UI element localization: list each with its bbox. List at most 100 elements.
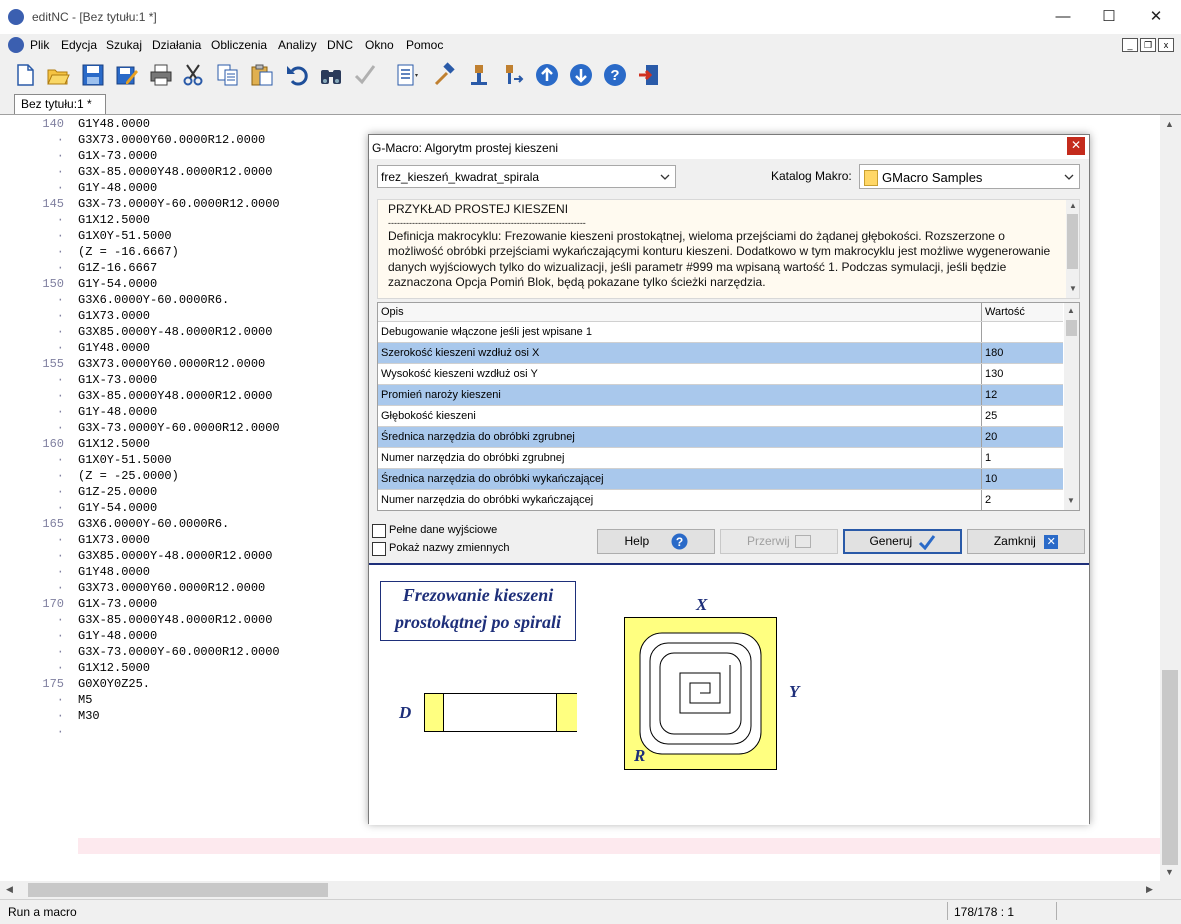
code-line[interactable]: G1X12.5000 <box>78 213 150 227</box>
help-circle-icon[interactable]: ? <box>602 62 628 88</box>
param-row[interactable]: Wysokość kieszeni wzdłuż osi Y 130 <box>378 364 1063 385</box>
print-icon[interactable] <box>148 62 174 88</box>
param-value-cell[interactable] <box>982 322 1063 342</box>
param-row[interactable]: Głębokość kieszeni 25 <box>378 406 1063 427</box>
minimize-button[interactable]: — <box>1040 0 1086 34</box>
code-line[interactable]: G3X73.0000Y60.0000R12.0000 <box>78 357 265 371</box>
column-header-opis[interactable]: Opis <box>378 303 982 321</box>
download-circle-icon[interactable] <box>568 62 594 88</box>
param-row[interactable]: Szerokość kieszeni wzdłuż osi X 180 <box>378 343 1063 364</box>
param-value-cell[interactable]: 180 <box>982 343 1063 363</box>
scroll-thumb[interactable] <box>1067 214 1078 269</box>
catalog-select[interactable]: GMacro Samples <box>859 164 1080 189</box>
code-line[interactable]: G3X85.0000Y-48.0000R12.0000 <box>78 549 272 563</box>
menu-dzialania[interactable]: Działania <box>152 38 201 52</box>
paste-icon[interactable] <box>249 62 275 88</box>
grid-scrollbar[interactable]: ▲ ▼ <box>1064 303 1079 510</box>
code-line[interactable]: G3X-85.0000Y48.0000R12.0000 <box>78 389 272 403</box>
menu-plik[interactable]: Plik <box>30 38 49 52</box>
generate-button[interactable]: Generuj <box>843 529 962 554</box>
param-row[interactable]: Numer narzędzia do obróbki zgrubnej 1 <box>378 448 1063 469</box>
param-value-cell[interactable]: 10 <box>982 469 1063 489</box>
code-line[interactable]: M5 <box>78 693 92 707</box>
menu-obliczenia[interactable]: Obliczenia <box>211 38 267 52</box>
help-button[interactable]: Help ? <box>597 529 715 554</box>
scroll-down-icon[interactable]: ▼ <box>1165 867 1174 877</box>
menu-analizy[interactable]: Analizy <box>278 38 317 52</box>
copy-icon[interactable] <box>215 62 241 88</box>
menu-okno[interactable]: Okno <box>365 38 394 52</box>
check-disabled-icon[interactable] <box>352 62 378 88</box>
tool-arrow-icon[interactable] <box>500 62 526 88</box>
editor-horizontal-scrollbar[interactable]: ◀ ▶ <box>0 881 1160 899</box>
param-value-cell[interactable]: 20 <box>982 427 1063 447</box>
tab-bez-tytulu[interactable]: Bez tytułu:1 * <box>14 94 106 114</box>
scroll-right-icon[interactable]: ▶ <box>1146 884 1153 895</box>
scroll-up-icon[interactable]: ▲ <box>1165 119 1174 129</box>
code-line[interactable]: G1X0Y-51.5000 <box>78 229 172 243</box>
new-file-icon[interactable] <box>12 62 38 88</box>
scroll-up-icon[interactable]: ▲ <box>1067 306 1075 315</box>
code-line[interactable]: G3X-85.0000Y48.0000R12.0000 <box>78 613 272 627</box>
show-variable-names-checkbox[interactable] <box>372 542 386 556</box>
code-line[interactable]: M30 <box>78 709 100 723</box>
code-line[interactable]: G1Y-54.0000 <box>78 277 157 291</box>
code-line[interactable]: G1Y48.0000 <box>78 565 150 579</box>
param-row[interactable]: Średnica narzędzia do obróbki wykańczają… <box>378 469 1063 490</box>
maximize-button[interactable]: ☐ <box>1086 0 1132 34</box>
scroll-thumb[interactable] <box>1162 670 1178 865</box>
code-line[interactable]: G1X12.5000 <box>78 437 150 451</box>
scroll-up-icon[interactable]: ▲ <box>1069 201 1077 210</box>
param-value-cell[interactable]: 130 <box>982 364 1063 384</box>
code-line[interactable]: G1X73.0000 <box>78 533 150 547</box>
column-header-wartosc[interactable]: Wartość <box>982 303 1063 321</box>
code-line[interactable]: G1Y-48.0000 <box>78 405 157 419</box>
code-line[interactable]: G3X73.0000Y60.0000R12.0000 <box>78 133 265 147</box>
menu-edycja[interactable]: Edycja <box>61 38 97 52</box>
drill-tool-icon[interactable] <box>466 62 492 88</box>
editor-vertical-scrollbar[interactable]: ▲ ▼ <box>1160 115 1181 881</box>
mdi-close-button[interactable]: x <box>1158 38 1174 52</box>
param-value-cell[interactable]: 12 <box>982 385 1063 405</box>
param-row[interactable]: Promień naroży kieszeni 12 <box>378 385 1063 406</box>
code-line[interactable]: G1X-73.0000 <box>78 149 157 163</box>
code-line[interactable]: G3X-73.0000Y-60.0000R12.0000 <box>78 421 280 435</box>
scroll-left-icon[interactable]: ◀ <box>6 884 13 895</box>
cut-icon[interactable] <box>180 62 206 88</box>
scroll-thumb[interactable] <box>1066 320 1077 336</box>
param-value-cell[interactable]: 1 <box>982 448 1063 468</box>
hscroll-thumb[interactable] <box>28 883 328 897</box>
code-line[interactable]: G1Z-16.6667 <box>78 261 157 275</box>
code-line[interactable]: G3X73.0000Y60.0000R12.0000 <box>78 581 265 595</box>
code-line[interactable]: G1Y48.0000 <box>78 341 150 355</box>
save-as-icon[interactable] <box>114 62 140 88</box>
param-row[interactable]: Numer narzędzia do obróbki wykańczającej… <box>378 490 1063 510</box>
param-value-cell[interactable]: 2 <box>982 490 1063 510</box>
code-line[interactable]: G1X-73.0000 <box>78 373 157 387</box>
break-button[interactable]: Przerwij <box>720 529 838 554</box>
code-line[interactable]: G3X6.0000Y-60.0000R6. <box>78 517 229 531</box>
code-line[interactable]: G1Y-48.0000 <box>78 181 157 195</box>
list-dropdown-icon[interactable] <box>395 62 421 88</box>
scroll-down-icon[interactable]: ▼ <box>1067 496 1075 505</box>
code-line[interactable]: G1Y-54.0000 <box>78 501 157 515</box>
undo-icon[interactable] <box>284 62 310 88</box>
save-icon[interactable] <box>80 62 106 88</box>
code-line[interactable]: (Z = -16.6667) <box>78 245 179 259</box>
hammer-tool-icon[interactable] <box>432 62 458 88</box>
code-line[interactable]: G1Y48.0000 <box>78 117 150 131</box>
code-line[interactable]: G1X73.0000 <box>78 309 150 323</box>
code-line[interactable]: G3X-73.0000Y-60.0000R12.0000 <box>78 645 280 659</box>
system-menu-icon[interactable] <box>8 37 24 53</box>
scroll-down-icon[interactable]: ▼ <box>1069 284 1077 293</box>
dialog-close-button[interactable]: ✕ <box>1067 137 1085 155</box>
code-line[interactable]: G3X85.0000Y-48.0000R12.0000 <box>78 325 272 339</box>
code-line[interactable]: G0X0Y0Z25. <box>78 677 150 691</box>
param-row[interactable]: Debugowanie włączone jeśli jest wpisane … <box>378 322 1063 343</box>
find-binoculars-icon[interactable] <box>318 62 344 88</box>
mdi-minimize-button[interactable]: _ <box>1122 38 1138 52</box>
close-dialog-button[interactable]: Zamknij ✕ <box>967 529 1085 554</box>
close-button[interactable]: ✕ <box>1133 0 1179 34</box>
macro-select[interactable]: frez_kieszeń_kwadrat_spirala <box>377 165 676 188</box>
code-line[interactable]: G3X-73.0000Y-60.0000R12.0000 <box>78 197 280 211</box>
